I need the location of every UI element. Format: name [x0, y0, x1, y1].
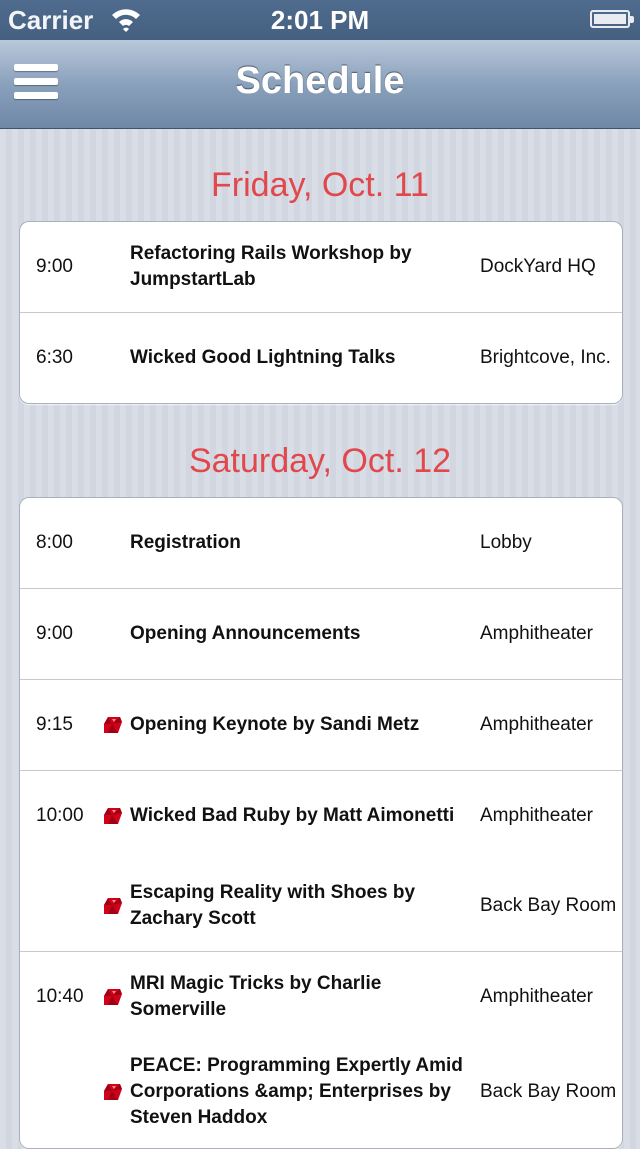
- section-header-friday: Friday, Oct. 11: [211, 166, 429, 204]
- talk-room: Lobby: [480, 532, 532, 553]
- ruby-gem-icon: [104, 717, 122, 733]
- slot-time: 8:00: [36, 532, 73, 553]
- talk-title: Escaping Reality with Shoes by Zachary S…: [130, 882, 416, 929]
- talk-room: Amphitheater: [480, 805, 594, 826]
- schedule-row[interactable]: 6:30 Wicked Good Lightning Talks Brightc…: [20, 313, 622, 403]
- talk-title: Wicked Bad Ruby by Matt Aimonetti: [130, 805, 455, 826]
- talk-room: Amphitheater: [480, 986, 594, 1007]
- slot-time: 9:00: [36, 623, 73, 644]
- schedule-row[interactable]: 9:00 Opening Announcements Amphitheater: [20, 589, 622, 680]
- talk-title: Wicked Good Lightning Talks: [130, 347, 396, 368]
- ruby-gem-icon: [104, 898, 122, 914]
- slot-time: 9:15: [36, 714, 73, 735]
- ruby-gem-icon: [104, 989, 122, 1005]
- schedule-row[interactable]: 9:00 Refactoring Rails Workshop by Jumps…: [20, 222, 622, 313]
- schedule-table-saturday: 8:00 Registration Lobby 9:00 Opening Ann…: [19, 497, 623, 1149]
- schedule-row[interactable]: 9:15 Opening Keynote by Sandi Metz Amphi…: [20, 680, 622, 771]
- talk-title: Opening Keynote by Sandi Metz: [130, 714, 420, 735]
- talk-room: Back Bay Room: [480, 895, 617, 916]
- talk-title: Refactoring Rails Workshop by JumpstartL…: [130, 243, 412, 290]
- status-time: 2:01 PM: [270, 5, 370, 35]
- page-title: Schedule: [235, 60, 405, 102]
- talk-room: Amphitheater: [480, 714, 594, 735]
- navigation-bar: Schedule: [0, 40, 640, 129]
- schedule-row[interactable]: 10:40 MRI Magic Tricks by Charlie Somerv…: [20, 952, 622, 1142]
- talk-room: Back Bay Room: [480, 1081, 617, 1102]
- ruby-gem-icon: [104, 1084, 122, 1100]
- talk-title: Registration: [130, 532, 241, 553]
- talk-room: Brightcove, Inc.: [480, 347, 611, 368]
- talk-title: Opening Announcements: [130, 623, 361, 644]
- slot-time: 9:00: [36, 256, 73, 277]
- section-header-saturday: Saturday, Oct. 12: [188, 442, 452, 480]
- ruby-gem-icon: [104, 808, 122, 824]
- talk-title: PEACE: Programming Expertly Amid Corpora…: [130, 1055, 463, 1128]
- slot-time: 10:40: [36, 986, 84, 1007]
- slot-time: 6:30: [36, 347, 73, 368]
- schedule-row[interactable]: 10:00 Wicked Bad Ruby by Matt Aimonetti …: [20, 771, 622, 952]
- status-bar: Carrier 2:01 PM: [0, 0, 640, 40]
- slot-time: 10:00: [36, 805, 84, 826]
- battery-icon: [590, 10, 634, 28]
- schedule-table-friday: 9:00 Refactoring Rails Workshop by Jumps…: [19, 221, 623, 404]
- talk-room: DockYard HQ: [480, 256, 596, 277]
- talk-title: MRI Magic Tricks by Charlie Somerville: [130, 973, 382, 1020]
- talk-room: Amphitheater: [480, 623, 594, 644]
- schedule-row[interactable]: 8:00 Registration Lobby: [20, 498, 622, 589]
